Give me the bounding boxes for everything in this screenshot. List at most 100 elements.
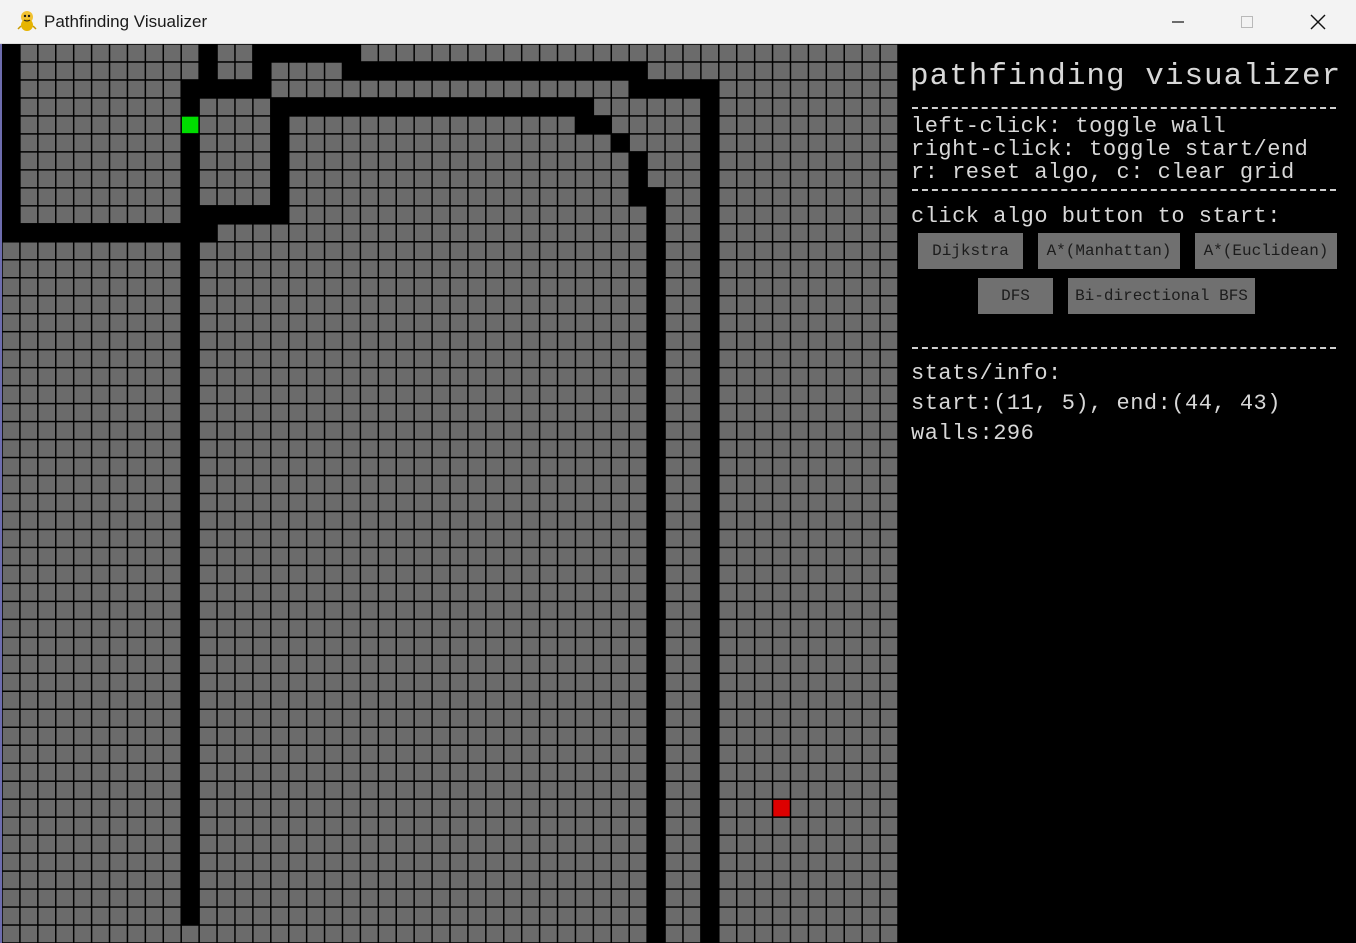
grid-cell[interactable] [361,332,378,349]
grid-cell[interactable] [20,799,38,817]
grid-cell[interactable] [235,404,253,421]
grid-cell[interactable] [719,835,736,853]
grid-cell[interactable] [289,278,306,295]
grid-cell[interactable] [379,260,396,277]
grid-cell[interactable] [217,781,235,799]
grid-cell[interactable] [343,638,360,655]
grid-cell[interactable] [755,925,772,943]
grid-cell[interactable] [594,296,611,313]
grid-cell[interactable] [20,907,38,925]
grid-cell[interactable] [164,835,181,853]
grid-cell[interactable] [558,530,575,547]
grid-cell[interactable] [827,620,844,637]
grid-cell[interactable] [146,656,163,673]
grid-cell[interactable] [504,566,521,583]
grid-cell[interactable] [110,692,127,709]
grid-cell[interactable] [755,584,772,601]
grid-cell[interactable] [146,584,163,601]
grid-cell[interactable] [576,440,593,457]
grid-cell[interactable] [307,638,324,655]
grid-cell[interactable] [56,620,73,637]
grid-cell[interactable] [20,602,38,619]
grid-cell[interactable] [307,170,324,188]
grid-cell[interactable] [20,332,38,349]
wall-cell[interactable] [271,188,288,206]
wall-cell[interactable] [612,134,629,152]
grid-cell[interactable] [809,98,826,116]
grid-cell[interactable] [486,548,504,565]
grid-cell[interactable] [719,548,736,565]
wall-cell[interactable] [647,727,665,745]
grid-cell[interactable] [146,152,163,170]
grid-cell[interactable] [791,530,808,547]
wall-cell[interactable] [181,907,199,925]
grid-cell[interactable] [217,62,235,80]
grid-cell[interactable] [450,602,468,619]
grid-cell[interactable] [558,134,575,152]
grid-cell[interactable] [486,781,504,799]
grid-cell[interactable] [809,835,826,853]
wall-cell[interactable] [181,853,199,871]
grid-cell[interactable] [146,386,163,403]
grid-cell[interactable] [468,494,486,511]
grid-cell[interactable] [164,476,181,493]
grid-cell[interactable] [2,314,20,331]
wall-cell[interactable] [181,835,199,853]
grid-cell[interactable] [576,332,593,349]
grid-cell[interactable] [20,656,38,673]
grid-cell[interactable] [809,889,826,907]
grid-cell[interactable] [683,188,701,206]
grid-cell[interactable] [253,440,271,457]
grid-cell[interactable] [468,799,486,817]
grid-cell[interactable] [737,602,754,619]
grid-cell[interactable] [612,116,629,134]
grid-cell[interactable] [146,116,163,134]
grid-cell[interactable] [719,530,736,547]
grid-cell[interactable] [540,278,557,295]
grid-cell[interactable] [791,710,808,727]
grid-cell[interactable] [862,98,880,116]
grid-cell[interactable] [737,925,754,943]
grid-cell[interactable] [755,476,772,493]
wall-cell[interactable] [468,98,486,116]
grid-cell[interactable] [379,817,396,835]
grid-cell[interactable] [128,692,145,709]
grid-cell[interactable] [737,386,754,403]
grid-cell[interactable] [629,925,647,943]
grid-cell[interactable] [737,98,754,116]
grid-cell[interactable] [880,512,898,529]
grid-cell[interactable] [325,332,342,349]
grid-cell[interactable] [629,224,647,242]
grid-cell[interactable] [325,368,342,385]
grid-cell[interactable] [235,350,253,367]
grid-cell[interactable] [396,781,414,799]
grid-cell[interactable] [343,781,360,799]
grid-cell[interactable] [809,548,826,565]
grid-cell[interactable] [56,422,73,439]
grid-cell[interactable] [486,763,504,781]
grid-cell[interactable] [683,674,701,691]
grid-cell[interactable] [38,116,56,134]
grid-cell[interactable] [432,584,450,601]
grid-cell[interactable] [576,530,593,547]
grid-cell[interactable] [146,476,163,493]
grid-cell[interactable] [844,458,862,475]
grid-cell[interactable] [719,404,736,421]
grid-cell[interactable] [612,781,629,799]
grid-cell[interactable] [199,674,217,691]
wall-cell[interactable] [128,224,145,242]
grid-cell[interactable] [128,835,145,853]
grid-cell[interactable] [755,817,772,835]
grid-cell[interactable] [74,853,91,871]
grid-cell[interactable] [612,656,629,673]
grid-cell[interactable] [468,763,486,781]
grid-cell[interactable] [629,530,647,547]
grid-cell[interactable] [110,332,127,349]
grid-cell[interactable] [612,80,629,98]
grid-cell[interactable] [361,835,378,853]
grid-cell[interactable] [396,871,414,889]
wall-cell[interactable] [181,494,199,511]
grid-cell[interactable] [56,763,73,781]
grid-cell[interactable] [396,727,414,745]
grid-cell[interactable] [450,476,468,493]
